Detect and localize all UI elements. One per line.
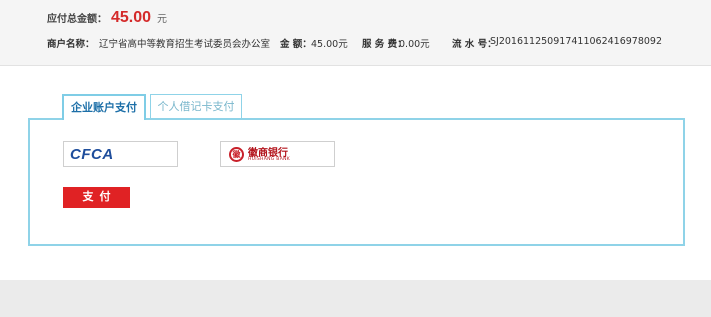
order-summary: 应付总金额： 45.00 元 商户名称： 辽宁省高中等教育招生考试委员会办公室 …	[0, 0, 711, 66]
pay-button[interactable]: 支付	[63, 187, 130, 208]
tab-enterprise-account[interactable]: 企业账户支付	[62, 94, 146, 120]
huishang-bank-subtitle: HUISHANG BANK	[248, 157, 290, 162]
total-row: 应付总金额： 45.00 元	[47, 9, 167, 31]
total-unit: 元	[157, 14, 168, 25]
footer-band	[0, 280, 711, 317]
merchant-label: 商户名称：	[47, 39, 95, 50]
fee-value: 0.00元	[399, 39, 430, 50]
merchant-value: 辽宁省高中等教育招生考试委员会办公室	[99, 39, 271, 50]
total-label: 应付总金额：	[47, 14, 107, 25]
serial-value: SJ20161125091741106241697809​2	[490, 36, 663, 47]
cfca-logo: CFCA	[70, 146, 114, 163]
huishang-bank-logo-icon: 徽	[229, 147, 244, 162]
bank-option-huishang[interactable]: 徽 徽商银行 HUISHANG BANK	[220, 141, 335, 167]
total-amount: 45.00	[111, 9, 152, 26]
tab-personal-debit-card[interactable]: 个人借记卡支付	[150, 94, 242, 119]
amount-label: 金 额：	[280, 39, 312, 50]
amount-value: 45.00元	[311, 39, 348, 50]
bank-option-cfca[interactable]: CFCA	[63, 141, 178, 167]
payment-panel: CFCA 徽 徽商银行 HUISHANG BANK 支付	[28, 118, 685, 246]
